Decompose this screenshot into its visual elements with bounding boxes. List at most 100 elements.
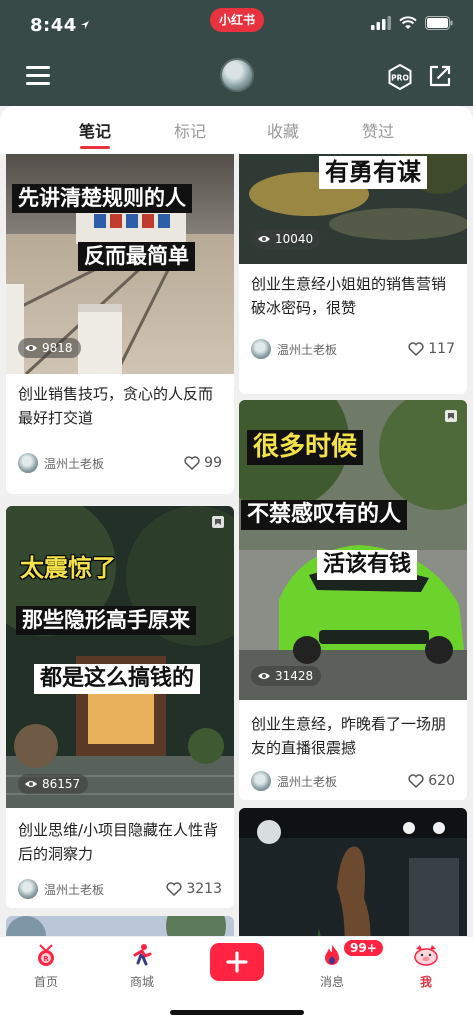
like-count: 620: [428, 773, 455, 789]
note-card[interactable]: [239, 808, 467, 936]
svg-text:R: R: [43, 955, 49, 963]
like-count: 99: [204, 455, 222, 471]
view-count: 86157: [18, 774, 89, 794]
cover-caption: 有勇有谋: [319, 156, 427, 189]
cover-caption: 太震惊了: [20, 554, 116, 582]
cover-caption: 很多时候: [247, 430, 364, 466]
message-fire-icon: [325, 945, 339, 965]
avatar[interactable]: [220, 58, 254, 92]
note-card[interactable]: 很多时候 不禁感叹有的人 活该有钱 31428 创业生意经，昨晚看了一场朋友的直…: [239, 400, 467, 800]
tab-collections[interactable]: 收藏: [253, 118, 313, 142]
like-button[interactable]: 99: [184, 455, 222, 471]
heart-icon: [166, 882, 182, 896]
author-name[interactable]: 温州土老板: [277, 341, 408, 358]
me-pig-icon: [414, 945, 438, 966]
status-icons: [371, 16, 453, 30]
tab-marks[interactable]: 标记: [160, 118, 220, 142]
note-meta: 温州土老板 3213: [18, 878, 222, 900]
cover-caption: 活该有钱: [317, 550, 418, 581]
cover-caption: 都是这么搞钱的: [34, 664, 201, 695]
note-cover-image: 先讲清楚规则的人 反而最简单 9818: [6, 154, 234, 374]
note-card[interactable]: 有勇有谋 10040 创业生意经小姐姐的销售营销破冰密码，很赞 温州土老板 11…: [239, 154, 467, 394]
bookmark-icon: [445, 410, 457, 422]
like-button[interactable]: 620: [408, 773, 455, 789]
home-badge-icon: R: [38, 944, 54, 966]
note-meta: 温州土老板 117: [251, 338, 455, 360]
note-cover-image: [6, 916, 234, 936]
note-title[interactable]: 创业思维/小项目隐藏在人性背后的洞察力: [18, 818, 224, 866]
eye-icon: [258, 673, 270, 679]
heart-icon: [408, 774, 424, 788]
note-cover-image: 很多时候 不禁感叹有的人 活该有钱 31428: [239, 400, 467, 700]
profile-header: PRO: [0, 52, 473, 106]
author-name[interactable]: 温州土老板: [44, 881, 166, 898]
note-title[interactable]: 创业生意经小姐姐的销售营销破冰密码，很赞: [251, 272, 457, 320]
eye-icon: [25, 345, 37, 351]
heart-icon: [408, 342, 424, 356]
heart-icon: [184, 456, 200, 470]
profile-content-sheet: 笔记 标记 收藏 赞过 先讲清楚规则的人 反而最简单 9818 创业销售技巧，贪…: [0, 106, 473, 936]
note-meta: 温州土老板 620: [251, 770, 455, 792]
view-count: 10040: [251, 229, 322, 249]
note-cover-image: 太震惊了 那些隐形高手原来 都是这么搞钱的 86157: [6, 506, 234, 808]
note-card[interactable]: 先讲清楚规则的人 反而最简单 9818 创业销售技巧，贪心的人反而最好打交道 温…: [6, 154, 234, 494]
view-count: 9818: [18, 338, 81, 358]
nav-label: 消息: [319, 975, 344, 989]
note-cover-image: [239, 808, 467, 936]
battery-icon: [425, 16, 453, 30]
view-count-value: 9818: [42, 341, 73, 355]
view-count: 31428: [251, 666, 322, 686]
tab-active-indicator: [80, 146, 110, 149]
like-button[interactable]: 117: [408, 341, 455, 357]
cellular-signal-icon: [371, 16, 391, 30]
home-indicator: [170, 1010, 304, 1015]
author-avatar[interactable]: [18, 879, 38, 899]
app-indicator-pill[interactable]: 小红书: [210, 8, 264, 32]
author-name[interactable]: 温州土老板: [277, 773, 408, 790]
view-count-value: 31428: [275, 669, 314, 683]
author-avatar[interactable]: [251, 339, 271, 359]
nav-home[interactable]: R 首页: [16, 943, 76, 990]
tab-notes[interactable]: 笔记: [65, 118, 125, 142]
view-count-value: 86157: [42, 777, 81, 791]
cover-caption: 不禁感叹有的人: [241, 500, 408, 531]
unread-badge: 99+: [343, 939, 384, 957]
bookmark-icon: [212, 516, 224, 528]
wifi-icon: [399, 16, 417, 29]
plus-icon: [226, 951, 248, 973]
note-meta: 温州土老板 99: [18, 452, 222, 474]
add-note-button[interactable]: [210, 943, 264, 981]
note-card[interactable]: 太震惊了 那些隐形高手原来 都是这么搞钱的 86157 创业思维/小项目隐藏在人…: [6, 506, 234, 908]
notes-feed[interactable]: 先讲清楚规则的人 反而最简单 9818 创业销售技巧，贪心的人反而最好打交道 温…: [0, 154, 473, 936]
author-name[interactable]: 温州土老板: [44, 455, 184, 472]
note-card[interactable]: [6, 916, 234, 936]
note-title[interactable]: 创业销售技巧，贪心的人反而最好打交道: [18, 382, 224, 430]
like-count: 3213: [186, 881, 222, 897]
nav-label: 商城: [129, 975, 154, 989]
profile-tabs: 笔记 标记 收藏 赞过: [0, 106, 473, 154]
like-button[interactable]: 3213: [166, 881, 222, 897]
nav-shop[interactable]: 商城: [112, 943, 172, 990]
note-title[interactable]: 创业生意经，昨晚看了一场朋友的直播很震撼: [251, 712, 457, 760]
pro-hexagon-icon[interactable]: PRO: [388, 64, 412, 90]
cover-caption: 那些隐形高手原来: [16, 606, 196, 636]
status-bar: 8:44 小红书: [0, 0, 473, 52]
svg-text:PRO: PRO: [391, 74, 409, 83]
hamburger-menu-icon[interactable]: [26, 66, 50, 86]
nav-label: 首页: [33, 975, 58, 989]
eye-icon: [25, 781, 37, 787]
note-cover-image: 有勇有谋 10040: [239, 154, 467, 264]
status-time: 8:44: [30, 15, 77, 36]
tab-liked[interactable]: 赞过: [348, 118, 408, 142]
location-arrow-icon: [81, 21, 89, 29]
cover-caption: 反而最简单: [78, 242, 195, 272]
nav-me[interactable]: 我: [396, 943, 456, 990]
nav-label: 我: [419, 975, 432, 989]
author-avatar[interactable]: [18, 453, 38, 473]
share-icon[interactable]: [428, 64, 452, 88]
author-avatar[interactable]: [251, 771, 271, 791]
cover-caption: 先讲清楚规则的人: [12, 184, 192, 214]
like-count: 117: [428, 341, 455, 357]
eye-icon: [258, 236, 270, 242]
view-count-value: 10040: [275, 232, 314, 246]
